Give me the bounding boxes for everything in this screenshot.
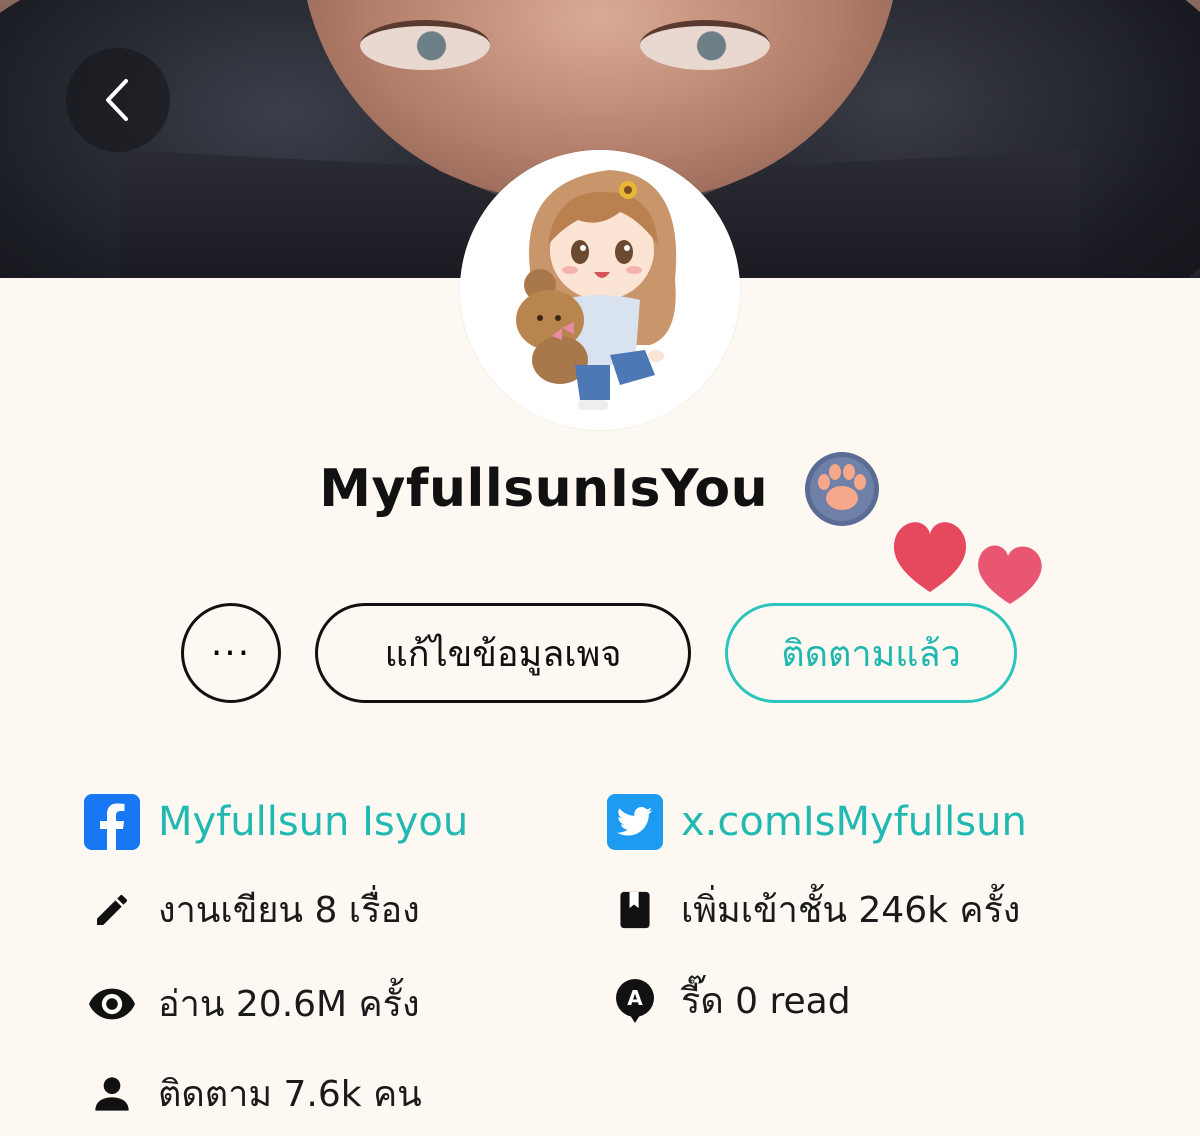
following-label: ติดตามแล้ว	[781, 633, 961, 675]
works-row: งานเขียน 8 เรื่อง	[84, 881, 420, 938]
facebook-icon	[84, 794, 140, 850]
facebook-link[interactable]: Myfullsun Isyou	[158, 799, 468, 845]
eye-icon	[84, 976, 140, 1032]
facebook-row[interactable]: Myfullsun Isyou	[84, 794, 468, 850]
hearts-decoration	[893, 522, 1042, 604]
person-icon	[84, 1066, 140, 1122]
page-title: MyfullsunIsYou	[319, 459, 769, 519]
twitter-link[interactable]: x.comIsMyfullsun	[681, 799, 1027, 845]
library-row: เพิ่มเข้าชั้น 246k ครั้ง	[607, 881, 1020, 938]
avatar[interactable]	[460, 150, 740, 430]
edit-page-label: แก้ไขข้อมูลเพจ	[384, 633, 622, 675]
paw-icon	[804, 452, 879, 526]
following-button[interactable]: ติดตามแล้ว	[725, 603, 1017, 703]
avatar-illustration	[460, 150, 740, 430]
more-options-icon: ···	[210, 632, 252, 674]
followers-row: ติดตาม 7.6k คน	[84, 1065, 422, 1122]
back-button[interactable]	[66, 48, 170, 152]
chevron-left-icon	[106, 79, 128, 121]
book-icon	[607, 882, 663, 938]
reads-count: อ่าน 20.6M ครั้ง	[158, 984, 420, 1025]
reads-row: อ่าน 20.6M ครั้ง	[84, 975, 420, 1032]
more-options-button[interactable]: ···	[181, 603, 281, 703]
read-status: รี๊ด 0 read	[681, 981, 851, 1022]
works-count: งานเขียน 8 เรื่อง	[158, 890, 420, 931]
followers-count: ติดตาม 7.6k คน	[158, 1074, 422, 1115]
read-badge-icon: A	[607, 973, 663, 1029]
twitter-icon	[607, 794, 663, 850]
eye-left	[360, 20, 490, 70]
edit-page-button[interactable]: แก้ไขข้อมูลเพจ	[315, 603, 691, 703]
pencil-icon	[84, 882, 140, 938]
read-status-row: A รี๊ด 0 read	[607, 972, 851, 1029]
twitter-row[interactable]: x.comIsMyfullsun	[607, 794, 1027, 850]
library-count: เพิ่มเข้าชั้น 246k ครั้ง	[681, 890, 1021, 931]
eye-right	[640, 20, 770, 70]
svg-text:A: A	[627, 986, 643, 1010]
